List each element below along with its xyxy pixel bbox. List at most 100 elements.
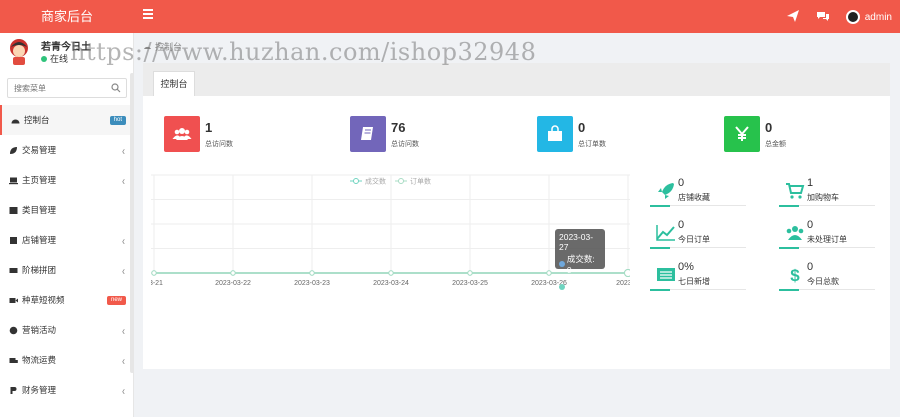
data-point: [309, 270, 315, 276]
stat-label: 总订单数: [578, 141, 606, 148]
sidebar-item-0[interactable]: 控制台 hot: [0, 105, 133, 135]
sidebar-search[interactable]: [7, 78, 127, 98]
user-avatar-icon: [10, 39, 28, 65]
dashboard-icon: [144, 46, 151, 49]
yen-icon: [735, 126, 749, 141]
trend-icon: [656, 225, 675, 241]
chevron-left-icon: ‹: [122, 384, 125, 398]
stat-value: 76: [391, 120, 406, 135]
series-dot-icon: [559, 284, 565, 290]
send-icon[interactable]: [786, 9, 800, 23]
sidebar-item-1[interactable]: 交易管理 ‹: [0, 135, 133, 165]
mini-stat-label: 今日订单: [678, 235, 710, 244]
mini-stat-4: 0% 七日新增: [650, 259, 746, 295]
grid-icon: [9, 206, 18, 214]
finance-icon: [10, 386, 17, 394]
dashboard-icon: [11, 119, 20, 123]
new-badge: new: [106, 296, 126, 305]
sidebar-item-3[interactable]: 类目管理: [0, 195, 133, 225]
sidebar-item-6[interactable]: 种草短视频 new: [0, 285, 133, 315]
x-tick-label: 2023-0:: [616, 280, 630, 287]
sidebar-item-7[interactable]: 营销活动 ‹: [0, 315, 133, 345]
data-point: [230, 270, 236, 276]
mini-stat-2: 0 今日订单: [650, 217, 746, 253]
divider-accent: [779, 205, 799, 207]
stat-value: 0: [578, 120, 586, 135]
chevron-left-icon: ‹: [122, 324, 125, 338]
mini-stat-label: 未处理订单: [807, 235, 847, 244]
divider-accent: [650, 205, 670, 207]
stat-card-2: 0 总订单数: [537, 116, 606, 152]
mini-stat-value: 0: [807, 219, 814, 231]
list-icon: [657, 268, 675, 281]
mini-stat-label: 店铺收藏: [678, 193, 710, 202]
user-menu[interactable]: admin: [845, 8, 892, 26]
stat-card-1: 76 总访问数: [350, 116, 419, 152]
stat-value: 1: [205, 120, 213, 135]
sidebar-user: 若青今日土 在线: [0, 33, 133, 71]
mini-stat-3: 0 未处理订单: [779, 217, 875, 253]
chat-icon[interactable]: [816, 9, 830, 23]
search-icon[interactable]: [111, 83, 121, 93]
stat-label: 总访问数: [391, 141, 419, 148]
stat-icon-box: [350, 116, 386, 152]
stat-card-0: 1 总访问数: [164, 116, 233, 152]
data-point: [467, 270, 473, 276]
tab-bar: 控制台: [143, 63, 890, 96]
sidebar-item-2[interactable]: 主页管理 ‹: [0, 165, 133, 195]
mini-stat-label: 加购物车: [807, 193, 839, 202]
group-icon: [9, 267, 18, 273]
data-point: [151, 270, 157, 276]
mini-stat-value: 0: [807, 261, 814, 273]
sidebar-item-label: 物流运费: [22, 355, 57, 365]
legend-marker-icon: [398, 178, 404, 184]
data-point: [546, 270, 552, 276]
stat-icon-box: [724, 116, 760, 152]
video-icon: [9, 297, 18, 303]
stat-icon-box: [164, 116, 200, 152]
sidebar-item-8[interactable]: 物流运费 ‹: [0, 345, 133, 375]
tab-dashboard[interactable]: 控制台: [153, 71, 195, 96]
mini-stat-value: 1: [807, 177, 814, 189]
chevron-left-icon: ‹: [122, 264, 125, 278]
sidebar-item-9[interactable]: 财务管理 ‹: [0, 375, 133, 405]
watermark: https://www.huzhan.com/ishop32948: [70, 38, 537, 66]
truck-icon: [9, 357, 18, 363]
divider-accent: [650, 289, 670, 291]
online-dot-icon: [41, 55, 47, 62]
divider-accent: [650, 247, 670, 249]
search-input[interactable]: [8, 79, 108, 97]
sidebar-item-4[interactable]: 店铺管理 ‹: [0, 225, 133, 255]
mini-stat-0: 0 店铺收藏: [650, 175, 746, 211]
sidebar-item-label: 营销活动: [22, 325, 57, 335]
data-point: [388, 270, 394, 276]
series-dot-icon: [559, 261, 565, 267]
cart-icon: [786, 183, 805, 199]
bag-icon: [548, 125, 562, 141]
menu-toggle-icon[interactable]: [143, 9, 153, 21]
tooltip-row-1: 成交数: 0: [566, 254, 595, 275]
chevron-left-icon: ‹: [122, 144, 125, 158]
mini-stat-value: 0: [678, 219, 685, 231]
mini-stat-value: 0: [678, 177, 685, 189]
sidebar-item-label: 财务管理: [22, 385, 57, 395]
sidebar-item-label: 种草短视频: [22, 295, 65, 305]
sidebar-item-label: 类目管理: [22, 205, 57, 215]
stat-value: 0: [765, 120, 773, 135]
app-brand[interactable]: 商家后台: [0, 0, 134, 33]
breadcrumb: 控制台: [143, 40, 182, 53]
sidebar-scrollbar[interactable]: [130, 73, 133, 373]
sidebar-item-label: 阶梯拼团: [22, 265, 57, 275]
stat-label: 总金额: [765, 141, 786, 148]
sidebar-item-label: 控制台: [24, 115, 50, 125]
divider-accent: [779, 247, 799, 249]
sidebar-item-5[interactable]: 阶梯拼团 ‹: [0, 255, 133, 285]
avatar: [845, 10, 860, 24]
top-bar: 商家后台 admin: [0, 0, 900, 33]
chevron-left-icon: ‹: [122, 354, 125, 368]
x-tick-label: 2023-03-24: [373, 280, 409, 287]
svg-text:$: $: [790, 266, 800, 283]
sidebar: 若青今日土 在线 控制台 hot 交易管理 ‹ 主页管理 ‹ 类目管理店铺管理 ‹ 阶梯拼团 ‹ 种…: [0, 33, 134, 417]
leaf-icon: [10, 146, 17, 154]
hot-badge: hot: [109, 116, 126, 125]
